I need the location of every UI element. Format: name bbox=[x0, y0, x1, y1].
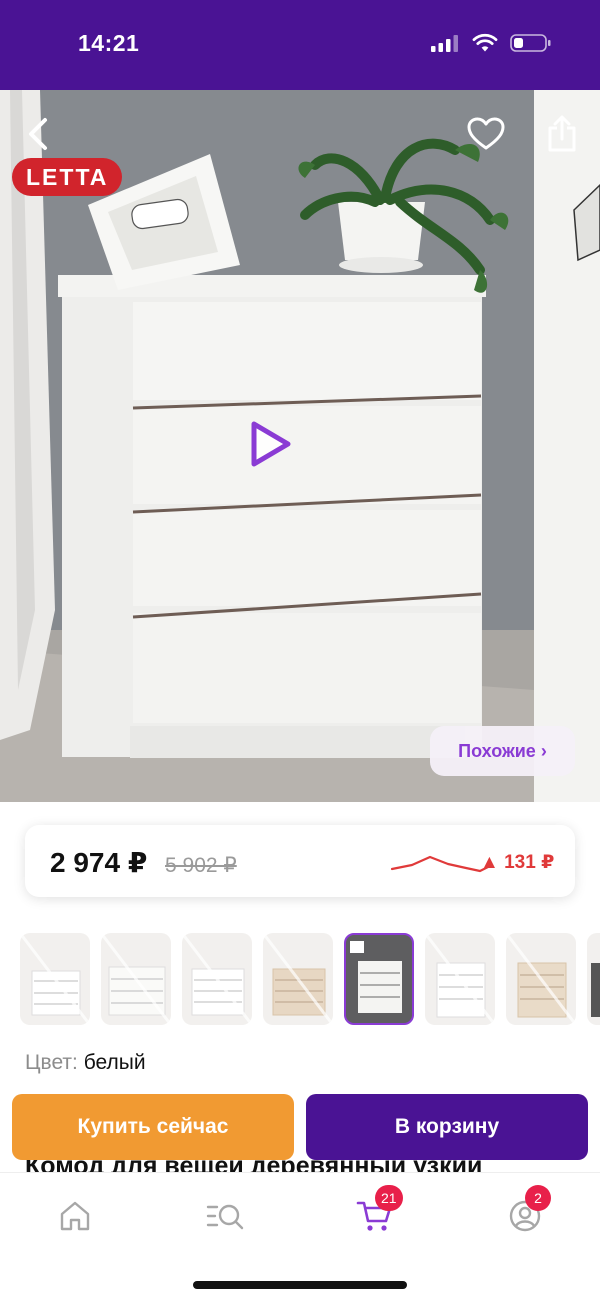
price-change: ▲ 131 ₽ bbox=[480, 852, 555, 873]
variant-thumbnail[interactable] bbox=[425, 933, 495, 1025]
price-card[interactable]: 2 974 ₽ 5 902 ₽ ▲ 131 ₽ bbox=[25, 825, 575, 897]
profile-badge: 2 bbox=[525, 1185, 551, 1211]
back-button[interactable] bbox=[16, 112, 60, 156]
variant-image bbox=[182, 933, 252, 1025]
tab-catalog[interactable] bbox=[195, 1193, 255, 1239]
variant-thumbnail[interactable] bbox=[101, 933, 171, 1025]
share-button[interactable] bbox=[540, 112, 584, 156]
battery-icon bbox=[510, 34, 551, 52]
bottom-tab-bar: 21 2 bbox=[0, 1172, 600, 1300]
tab-cart[interactable]: 21 bbox=[345, 1185, 405, 1239]
favorite-button[interactable] bbox=[464, 112, 508, 156]
variant-image bbox=[350, 941, 402, 1013]
variant-thumbnail[interactable] bbox=[20, 933, 90, 1025]
old-price: 5 902 ₽ bbox=[165, 854, 237, 877]
variant-image bbox=[425, 933, 495, 1025]
variant-thumbnail[interactable] bbox=[182, 933, 252, 1025]
cart-badge: 21 bbox=[375, 1185, 403, 1211]
wifi-icon bbox=[472, 33, 498, 52]
variant-thumbnail-selected[interactable] bbox=[344, 933, 414, 1025]
add-to-cart-button[interactable]: В корзину bbox=[306, 1094, 588, 1160]
chevron-left-icon bbox=[29, 118, 47, 150]
status-bar: 14:21 bbox=[0, 0, 600, 90]
tab-profile[interactable]: 2 bbox=[495, 1185, 555, 1239]
variant-thumbnail[interactable] bbox=[587, 933, 600, 1025]
play-icon bbox=[251, 421, 291, 467]
variant-image bbox=[263, 933, 333, 1025]
brand-badge: LETTA bbox=[12, 158, 123, 196]
buy-now-button[interactable]: Купить сейчас bbox=[12, 1094, 294, 1160]
tab-home[interactable] bbox=[45, 1193, 105, 1239]
catalog-search-icon bbox=[206, 1204, 244, 1230]
home-indicator bbox=[193, 1281, 407, 1289]
variant-thumbnail[interactable] bbox=[506, 933, 576, 1025]
product-gallery[interactable]: LETTA Похожие › bbox=[0, 90, 600, 802]
color-label: Цвет: bbox=[25, 1051, 78, 1074]
current-price: 2 974 ₽ bbox=[50, 847, 148, 878]
signal-icon bbox=[431, 35, 458, 52]
variant-image bbox=[101, 933, 171, 1025]
similar-products-button[interactable]: Похожие › bbox=[430, 726, 575, 776]
variant-image bbox=[506, 933, 576, 1025]
variant-image bbox=[591, 963, 600, 1017]
status-icons bbox=[430, 33, 552, 53]
next-photo-peek bbox=[534, 90, 600, 802]
color-row: Цвет: белый bbox=[25, 1051, 146, 1075]
variant-image bbox=[20, 933, 90, 1025]
heart-icon bbox=[467, 117, 505, 150]
variant-thumbnail[interactable] bbox=[263, 933, 333, 1025]
color-value: белый bbox=[83, 1051, 146, 1074]
variant-thumbnails[interactable] bbox=[20, 933, 600, 1025]
home-icon bbox=[60, 1201, 90, 1231]
share-icon bbox=[548, 115, 576, 152]
play-video-button[interactable] bbox=[242, 416, 298, 472]
status-time: 14:21 bbox=[78, 30, 140, 56]
